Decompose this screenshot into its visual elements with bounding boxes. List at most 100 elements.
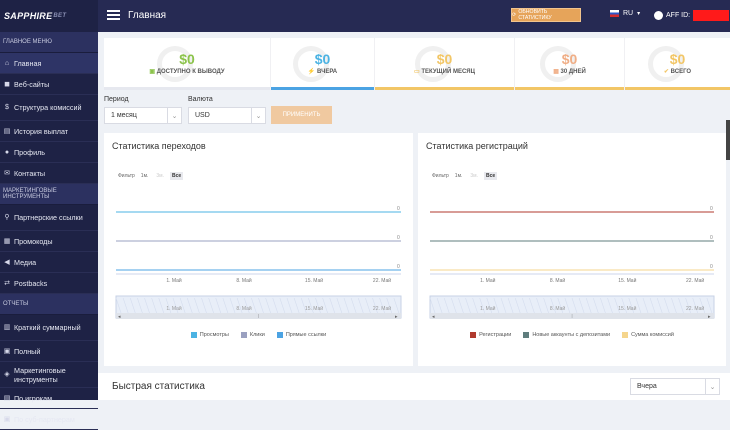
- sidebar-item-icon: ▤: [3, 395, 11, 402]
- sidebar-item-0-5[interactable]: ✉ Контакты: [0, 163, 98, 184]
- filter-option-1[interactable]: 3м.: [154, 172, 166, 180]
- sidebar-item-label: Postbacks: [14, 278, 48, 288]
- series-end-label: 0: [710, 206, 713, 212]
- sidebar-item-icon: ◀: [4, 259, 10, 266]
- sidebar-item-2-4[interactable]: ▣ По суб-партнерам: [0, 409, 98, 430]
- chevron-down-icon: ⌄: [251, 108, 265, 123]
- menu-toggle-icon[interactable]: [107, 10, 120, 20]
- legend-item-0[interactable]: Просмотры: [190, 332, 229, 338]
- stat-underline: [271, 87, 374, 90]
- currency-label: Валюта: [188, 96, 213, 103]
- legend-item-0[interactable]: Регистрации: [470, 332, 511, 338]
- sidebar-item-0-0[interactable]: ⌂ Главная: [0, 53, 98, 74]
- series-end-label: 0: [710, 235, 713, 241]
- filter-option-1[interactable]: 3м.: [468, 172, 480, 180]
- sidebar-item-icon: ▥: [3, 324, 11, 331]
- scroll-grip-icon[interactable]: ⦙: [258, 314, 259, 320]
- sidebar-item-1-1[interactable]: ▦ Промокоды: [0, 231, 98, 252]
- sidebar-item-icon: ▣: [3, 348, 11, 355]
- quick-stats: Быстрая статистика Вчера ⌄: [98, 373, 730, 400]
- chart-svg: 0001. Май 8. Май 15. Май 22. Май◂ ▸⦙1. Май 8.…: [115, 206, 402, 320]
- sidebar-item-icon: ▣: [3, 416, 11, 423]
- legend-item-1[interactable]: Клики: [240, 332, 265, 338]
- chart-legend: Регистрации Новые аккаунты с депозитами Су…: [418, 332, 726, 338]
- sidebar-item-label: История выплат: [14, 126, 69, 136]
- topbar: Главная ⟳ ОБНОВИТЬ СТАТИСТИКУ RU ▾ AFF ID:: [98, 0, 730, 32]
- scroll-grip-icon[interactable]: ⦙: [571, 314, 572, 320]
- chart-title: Статистика переходов: [112, 141, 206, 151]
- legend-item-1[interactable]: Новые аккаунты с депозитами: [523, 332, 610, 338]
- sidebar-item-2-2[interactable]: ◈ Маркетинговые инструменты: [0, 362, 98, 388]
- chart-title: Статистика регистраций: [426, 141, 528, 151]
- stat-underline: [625, 87, 730, 90]
- refresh-icon: ⟳: [512, 12, 517, 18]
- sidebar-item-label: Медиа: [14, 257, 37, 267]
- currency-select[interactable]: USD ⌄: [188, 107, 266, 124]
- aff-id[interactable]: AFF ID:: [654, 10, 730, 21]
- refresh-stats-button[interactable]: ⟳ ОБНОВИТЬ СТАТИСТИКУ: [511, 8, 581, 22]
- legend-label: Новые аккаунты с депозитами: [532, 332, 611, 338]
- sidebar-item-1-0[interactable]: ⚲ Партнерские ссылки: [0, 205, 98, 231]
- filter-option-2[interactable]: Все: [170, 172, 184, 180]
- filter-option-0[interactable]: 1м.: [453, 172, 465, 180]
- sidebar-item-0-3[interactable]: ▤ История выплат: [0, 121, 98, 142]
- nav-tick-label: 8. Май: [550, 305, 566, 312]
- period-select[interactable]: 1 месяц ⌄: [104, 107, 182, 124]
- stat-card-0: $0 ▣ ДОСТУПНО К ВЫВОДУ: [104, 38, 270, 90]
- page-title: Главная: [128, 10, 167, 21]
- filter-option-0[interactable]: 1м.: [139, 172, 151, 180]
- sidebar-item-2-0[interactable]: ▥ Краткий суммарный: [0, 315, 98, 341]
- x-tick-label: 1. Май: [480, 277, 496, 284]
- sidebar-item-0-1[interactable]: ◼ Веб-сайты: [0, 74, 98, 95]
- sidebar-item-label: Веб-сайты: [14, 79, 50, 89]
- sidebar-item-2-1[interactable]: ▣ Полный: [0, 341, 98, 362]
- sidebar-item-icon: ⇄: [4, 280, 10, 287]
- sidebar-item-label: По игрокам: [14, 393, 53, 403]
- x-tick-label: 1. Май: [166, 277, 182, 284]
- legend-label: Просмотры: [199, 332, 229, 338]
- legend-label: Сумма комиссий: [631, 332, 674, 338]
- legend-swatch: [622, 332, 629, 338]
- sidebar-item-1-3[interactable]: ⇄ Postbacks: [0, 273, 98, 294]
- stat-value: $0: [561, 51, 578, 67]
- language-selector[interactable]: RU ▾: [610, 10, 640, 17]
- sidebar-item-icon: ✉: [4, 170, 10, 177]
- legend-label: Прямые ссылки: [285, 332, 327, 338]
- legend-item-2[interactable]: Сумма комиссий: [622, 332, 674, 338]
- sidebar-item-label: Промокоды: [14, 236, 53, 246]
- sidebar-item-label: Краткий суммарный: [14, 323, 81, 332]
- filter-label: Фильтр: [118, 173, 135, 179]
- sidebar-item-icon: ⚲: [4, 214, 10, 221]
- x-tick-label: 15. Май: [618, 277, 636, 284]
- panel-registrations: Статистика регистраций Фильтр 1м. 3м. Все 0 0 0…: [418, 133, 726, 366]
- quick-period-select[interactable]: Вчера ⌄: [630, 378, 720, 395]
- legend-item-2[interactable]: Прямые ссылки: [276, 332, 327, 338]
- sidebar-item-icon: ⌂: [4, 59, 10, 67]
- redacted-aff-id: [693, 10, 730, 21]
- x-tick-label: 8. Май: [550, 277, 566, 284]
- stat-underline: [375, 87, 514, 90]
- apply-button[interactable]: ПРИМЕНИТЬ: [271, 106, 332, 124]
- filter-label: Фильтр: [432, 173, 449, 179]
- legend-label: Клики: [249, 332, 265, 338]
- flag-ru-icon: [610, 10, 619, 17]
- logo[interactable]: SAPPHIRE BET: [0, 0, 98, 32]
- sidebar-item-0-4[interactable]: ● Профиль: [0, 142, 98, 163]
- series-end-label: 0: [710, 264, 713, 270]
- sidebar-item-label: По суб-партнерам: [14, 414, 75, 424]
- stat-icon: ▦: [553, 69, 561, 75]
- user-icon: [654, 11, 663, 20]
- sidebar-item-2-3[interactable]: ▤ По игрокам: [0, 388, 98, 409]
- series-end-label: 0: [397, 206, 400, 212]
- legend-swatch: [190, 332, 197, 338]
- sidebar-item-1-2[interactable]: ◀ Медиа: [0, 252, 98, 273]
- panel-traffic: Статистика переходов Фильтр 1м. 3м. Все 0 0 0 1.…: [104, 133, 413, 366]
- stat-underline: [515, 87, 624, 90]
- nav-tick-label: 1. Май: [480, 305, 496, 312]
- sidebar-item-label: Маркетинговые инструменты: [14, 365, 66, 384]
- sidebar-section-title: ГЛАВНОЕ МЕНЮ: [0, 32, 98, 53]
- sidebar-item-0-2[interactable]: $ Структура комиссий: [0, 95, 98, 121]
- stat-card-3: $0 ▦ 30 ДНЕЙ: [514, 38, 624, 90]
- sidebar-item-icon: ▤: [3, 128, 11, 135]
- filter-option-2[interactable]: Все: [484, 172, 498, 180]
